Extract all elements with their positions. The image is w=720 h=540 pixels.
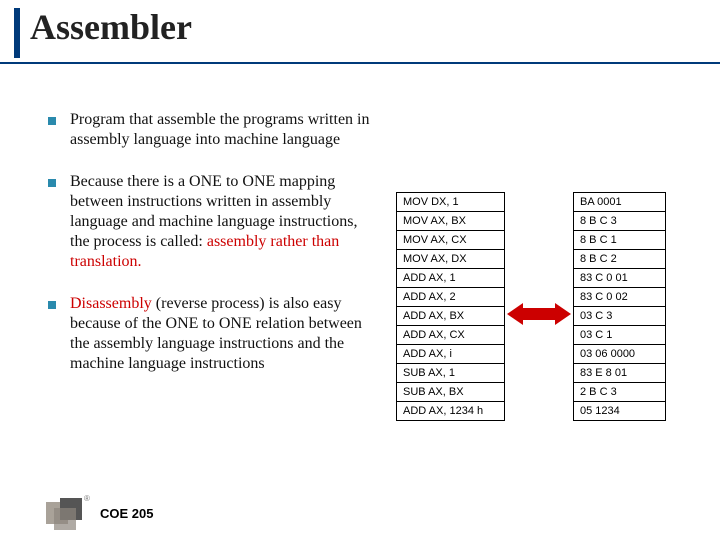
mc-cell: 03 06 0000 <box>574 345 666 364</box>
table-row: 83 C 0 01 <box>574 269 666 288</box>
table-row: 83 E 8 01 <box>574 364 666 383</box>
mc-cell: 2 B C 3 <box>574 383 666 402</box>
asm-cell: MOV AX, CX <box>397 231 505 250</box>
asm-cell: ADD AX, CX <box>397 326 505 345</box>
bullet-3: Disassembly (reverse process) is also ea… <box>48 294 378 374</box>
asm-cell: MOV AX, BX <box>397 212 505 231</box>
mc-cell: 83 E 8 01 <box>574 364 666 383</box>
mc-cell: 8 B C 1 <box>574 231 666 250</box>
table-row: SUB AX, BX <box>397 383 505 402</box>
publisher-logo: ® <box>46 498 90 528</box>
table-row: 8 B C 3 <box>574 212 666 231</box>
mc-cell: 03 C 3 <box>574 307 666 326</box>
table-row: MOV AX, CX <box>397 231 505 250</box>
table-row: 2 B C 3 <box>574 383 666 402</box>
table-row: MOV AX, DX <box>397 250 505 269</box>
page-title: Assembler <box>30 6 192 48</box>
title-wrap: Assembler <box>14 6 192 48</box>
table-row: MOV AX, BX <box>397 212 505 231</box>
registered-mark: ® <box>84 494 90 503</box>
tables-area: MOV DX, 1 MOV AX, BX MOV AX, CX MOV AX, … <box>396 192 666 421</box>
table-row: ADD AX, 1234 h <box>397 402 505 421</box>
bullet-1-text: Program that assemble the programs writt… <box>70 110 378 150</box>
table-row: ADD AX, BX <box>397 307 505 326</box>
table-row: ADD AX, 1 <box>397 269 505 288</box>
asm-cell: ADD AX, 1 <box>397 269 505 288</box>
table-row: SUB AX, 1 <box>397 364 505 383</box>
mc-cell: 05 1234 <box>574 402 666 421</box>
table-row: 05 1234 <box>574 402 666 421</box>
footer: ® COE 205 <box>46 498 153 528</box>
body-text: Program that assemble the programs writt… <box>48 110 378 396</box>
asm-cell: ADD AX, i <box>397 345 505 364</box>
table-row: ADD AX, 2 <box>397 288 505 307</box>
table-row: 83 C 0 02 <box>574 288 666 307</box>
mc-cell: 83 C 0 02 <box>574 288 666 307</box>
slide: Assembler Program that assemble the prog… <box>0 0 720 540</box>
table-row: BA 0001 <box>574 193 666 212</box>
asm-cell: ADD AX, 1234 h <box>397 402 505 421</box>
logo-shape <box>54 508 76 530</box>
title-accent-bar <box>14 8 20 58</box>
mc-cell: 83 C 0 01 <box>574 269 666 288</box>
asm-cell: SUB AX, 1 <box>397 364 505 383</box>
bullet-3-emph: Disassembly <box>70 295 152 312</box>
bullet-1: Program that assemble the programs writt… <box>48 110 378 150</box>
asm-cell: ADD AX, 2 <box>397 288 505 307</box>
asm-cell: ADD AX, BX <box>397 307 505 326</box>
table-row: ADD AX, i <box>397 345 505 364</box>
mc-cell: BA 0001 <box>574 193 666 212</box>
bullet-2: Because there is a ONE to ONE mapping be… <box>48 172 378 272</box>
machine-code-table: BA 0001 8 B C 3 8 B C 1 8 B C 2 83 C 0 0… <box>573 192 666 421</box>
asm-cell: MOV DX, 1 <box>397 193 505 212</box>
bidirectional-arrow <box>505 302 573 326</box>
table-row: ADD AX, CX <box>397 326 505 345</box>
table-row: 03 C 3 <box>574 307 666 326</box>
bullet-3-text: Disassembly (reverse process) is also ea… <box>70 294 378 374</box>
assembly-table: MOV DX, 1 MOV AX, BX MOV AX, CX MOV AX, … <box>396 192 505 421</box>
bullet-2-text: Because there is a ONE to ONE mapping be… <box>70 172 378 272</box>
table-row: 03 C 1 <box>574 326 666 345</box>
asm-cell: SUB AX, BX <box>397 383 505 402</box>
title-rule <box>0 62 720 64</box>
course-code: COE 205 <box>100 506 153 521</box>
double-arrow-icon <box>507 301 571 327</box>
mc-cell: 03 C 1 <box>574 326 666 345</box>
table-row: 03 06 0000 <box>574 345 666 364</box>
table-row: 8 B C 2 <box>574 250 666 269</box>
mc-cell: 8 B C 2 <box>574 250 666 269</box>
mc-cell: 8 B C 3 <box>574 212 666 231</box>
table-row: MOV DX, 1 <box>397 193 505 212</box>
table-row: 8 B C 1 <box>574 231 666 250</box>
asm-cell: MOV AX, DX <box>397 250 505 269</box>
